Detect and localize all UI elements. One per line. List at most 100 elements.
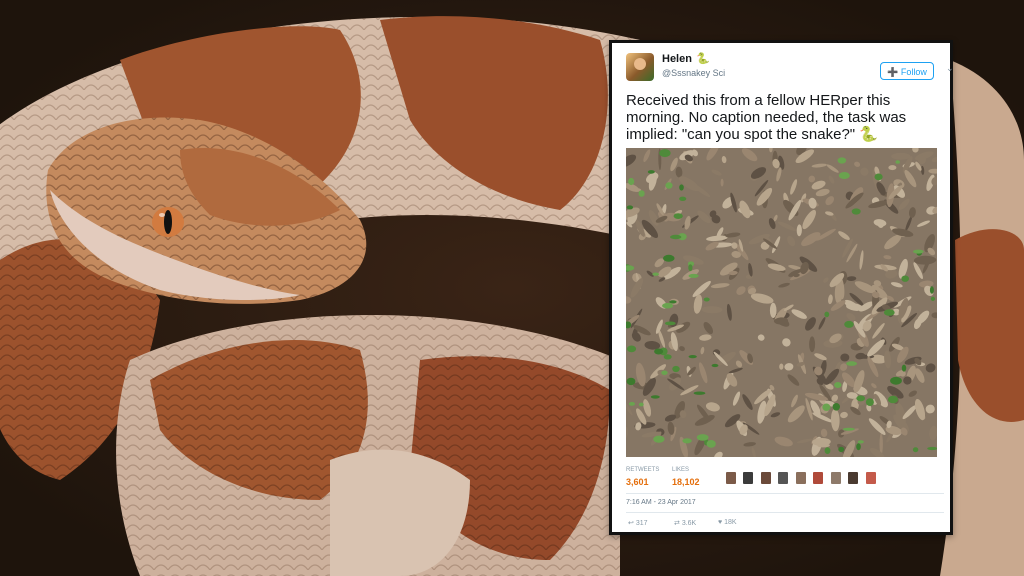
likes-label: LIKES [672, 467, 690, 473]
plant-sprig [652, 272, 659, 276]
plant-sprig [703, 297, 710, 302]
plant-sprig [696, 434, 709, 441]
plant-sprig [663, 254, 675, 262]
display-name[interactable]: Helen [662, 53, 692, 65]
plant-sprig [693, 391, 706, 395]
plant-sprig [688, 355, 697, 359]
plant-sprig [912, 447, 919, 453]
like-button[interactable]: ♥ 18K [718, 519, 737, 526]
plant-sprig [626, 345, 637, 353]
plant-sprig [927, 446, 937, 451]
plant-sprig [706, 440, 716, 448]
plant-sprig [874, 173, 883, 181]
plant-sprig [930, 296, 935, 301]
plant-sprig [856, 395, 865, 402]
plant-sprig [832, 403, 840, 411]
plant-sprig [901, 275, 909, 282]
plant-sprig [672, 365, 680, 373]
avatar[interactable] [778, 472, 789, 484]
avatar[interactable] [830, 472, 841, 484]
plant-sprig [913, 249, 924, 254]
plant-sprig [846, 361, 857, 366]
plant-sprig [895, 160, 900, 164]
avatar[interactable] [760, 472, 771, 484]
plant-sprig [653, 435, 665, 443]
plant-sprig [857, 440, 864, 444]
plant-sprig [844, 320, 854, 328]
liker-avatars [726, 471, 879, 485]
reply-count: 317 [635, 520, 648, 527]
person-add-icon: ➕ [887, 67, 899, 77]
avatar[interactable] [813, 472, 824, 484]
plant-sprig [664, 321, 676, 326]
plant-sprig [883, 309, 895, 316]
plant-sprig [628, 402, 635, 406]
plant-sprig [688, 264, 693, 272]
tweet-header: Helen 🐍 @Sssnakey Sci ➕ Follow ⌄ [626, 53, 954, 87]
retweet-button[interactable]: ⇄ 3.6K [674, 519, 696, 527]
plant-sprig [650, 395, 660, 399]
tweet-photo[interactable] [626, 148, 937, 457]
plant-sprig [837, 157, 847, 164]
plant-sprig [638, 190, 645, 197]
tweet-timestamp[interactable]: 7:16 AM - 23 Apr 2017 [626, 499, 696, 506]
like-count: 18K [724, 519, 737, 526]
plant-sprig [711, 363, 719, 368]
snake-emoji-icon: 🐍 [859, 126, 878, 143]
handle[interactable]: @Sssnakey Sci [662, 68, 725, 78]
plant-sprig [659, 149, 671, 158]
heart-icon: ♥ [718, 519, 723, 526]
tweet-card: Helen 🐍 @Sssnakey Sci ➕ Follow ⌄ Receive… [609, 40, 954, 535]
plant-sprig [670, 234, 682, 240]
retweet-icon: ⇄ [674, 520, 680, 527]
plant-sprig [688, 273, 699, 278]
avatar[interactable] [865, 472, 876, 484]
avatar[interactable] [743, 472, 754, 484]
divider [626, 493, 944, 494]
plant-sprig [838, 172, 850, 179]
leaf-litter-image [626, 148, 937, 457]
plant-sprig [842, 427, 855, 431]
plant-sprig [682, 438, 692, 444]
snake-emoji-icon: 🐍 [696, 53, 710, 65]
plant-sprig [662, 302, 674, 309]
likes-count[interactable]: 18,102 [672, 477, 700, 487]
leaf [769, 302, 777, 318]
plant-sprig [890, 376, 902, 385]
plant-sprig [661, 370, 668, 376]
plant-sprig [887, 395, 899, 404]
tweet-text: Received this from a fellow HERper this … [626, 92, 944, 143]
plant-sprig [665, 182, 673, 189]
plant-sprig [679, 184, 684, 191]
retweet-count: 3.6K [681, 520, 697, 527]
plant-sprig [679, 196, 687, 201]
follow-label: Follow [900, 67, 927, 77]
plant-sprig [673, 213, 683, 219]
chevron-down-icon[interactable]: ⌄ [946, 63, 954, 74]
plant-sprig [663, 354, 672, 360]
reply-icon: ↩ [628, 520, 634, 527]
plant-sprig [638, 402, 644, 407]
plant-sprig [654, 348, 664, 355]
leaf [720, 178, 724, 187]
plant-sprig [834, 382, 842, 388]
avatar[interactable] [626, 53, 654, 81]
plant-sprig [901, 364, 907, 372]
plant-sprig [669, 300, 677, 304]
plant-sprig [856, 443, 861, 451]
plant-sprig [822, 403, 831, 411]
leaf [888, 165, 897, 171]
follow-button[interactable]: ➕ Follow [880, 62, 934, 80]
plant-sprig [626, 205, 634, 210]
retweets-count[interactable]: 3,601 [626, 477, 649, 487]
avatar[interactable] [848, 472, 859, 484]
plant-sprig [626, 377, 636, 386]
avatar[interactable] [795, 472, 806, 484]
plant-sprig [824, 447, 831, 454]
divider [626, 512, 944, 513]
retweets-label: RETWEETS [626, 467, 660, 473]
avatar[interactable] [726, 472, 736, 484]
reply-button[interactable]: ↩ 317 [628, 519, 648, 527]
plant-sprig [838, 446, 845, 453]
leaf [891, 152, 911, 160]
